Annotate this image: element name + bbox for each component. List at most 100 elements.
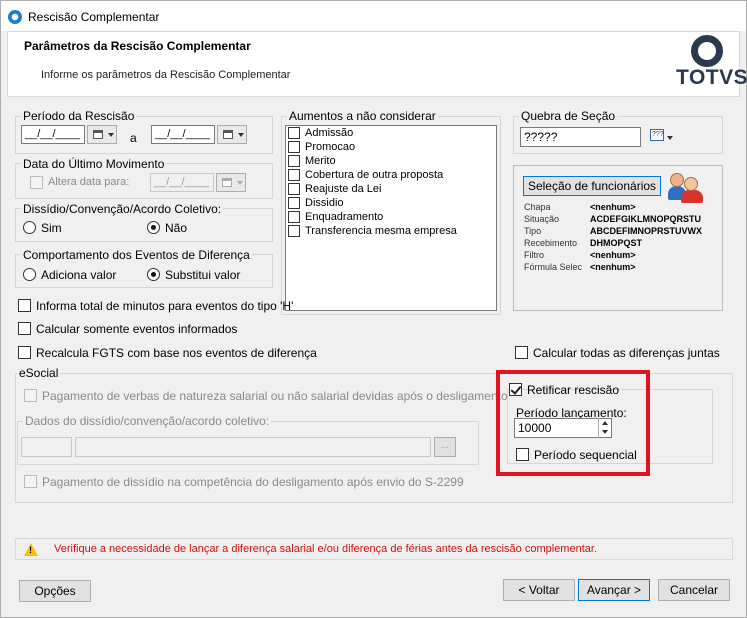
- totvs-logo-text: TOTVS: [676, 66, 747, 89]
- substitui-valor-radio[interactable]: [147, 268, 160, 281]
- pagamento-dissidio-label: Pagamento de dissídio na competência do …: [42, 475, 464, 489]
- calcular-somente-checkbox[interactable]: [18, 322, 31, 335]
- calendar-icon: [93, 130, 103, 139]
- list-item-checkbox[interactable]: [288, 225, 300, 237]
- wizard-header: Parâmetros da Rescisão Complementar Info…: [7, 31, 747, 97]
- window-title: Rescisão Complementar: [28, 10, 160, 24]
- informa-total-checkbox[interactable]: [18, 299, 31, 312]
- list-item-checkbox[interactable]: [288, 127, 300, 139]
- info-value: ABCDEFIMNOPRSTUVWX: [590, 226, 702, 236]
- dados-description-input[interactable]: [75, 437, 431, 457]
- list-item-label: Merito: [305, 155, 336, 167]
- aumentos-list[interactable]: Admissão Promocao Merito Cobertura de ou…: [285, 125, 497, 311]
- calcular-todas-checkbox[interactable]: [515, 346, 528, 359]
- altera-data-label: Altera data para:: [48, 176, 130, 188]
- dissidio-sim-radio[interactable]: [23, 221, 36, 234]
- list-item-checkbox[interactable]: [288, 155, 300, 167]
- list-item[interactable]: Transferencia mesma empresa: [286, 224, 496, 238]
- ultimo-mov-label: Data do Último Movimento: [21, 157, 167, 171]
- chevron-down-icon: [237, 181, 243, 185]
- dados-lookup-button[interactable]: ...: [434, 437, 456, 457]
- list-item-label: Reajuste da Lei: [305, 183, 382, 195]
- info-value: DHMOPQST: [590, 238, 643, 248]
- informa-total-label: Informa total de minutos para eventos do…: [36, 299, 294, 313]
- periodo-from-input[interactable]: __/__/____: [21, 125, 85, 144]
- adiciona-valor-radio[interactable]: [23, 268, 36, 281]
- info-key: Recebimento: [524, 238, 578, 248]
- info-value: ACDEFGIKLMNOPQRSTU: [590, 214, 701, 224]
- periodo-to-input[interactable]: __/__/____: [151, 125, 215, 144]
- app-icon: [8, 10, 22, 24]
- periodo-from-calendar-button[interactable]: [87, 125, 117, 144]
- calendar-icon: [223, 130, 233, 139]
- dissidio-label: Dissídio/Convenção/Acordo Coletivo:: [21, 202, 224, 216]
- info-key: Fórmula Selec: [524, 262, 583, 272]
- opcoes-button[interactable]: Opções: [19, 580, 91, 602]
- warning-text: Verifique a necessidade de lançar a dife…: [54, 543, 597, 555]
- pagamento-dissidio-checkbox[interactable]: [24, 475, 37, 488]
- info-key: Filtro: [524, 250, 544, 260]
- quebra-input[interactable]: ?????: [520, 127, 641, 147]
- highlight-box: [496, 370, 650, 476]
- periodo-label: Período da Rescisão: [21, 109, 137, 123]
- dissidio-nao-label: Não: [165, 221, 188, 235]
- dados-code-input[interactable]: [21, 437, 72, 457]
- list-item[interactable]: Reajuste da Lei: [286, 182, 496, 196]
- list-item-checkbox[interactable]: [288, 197, 300, 209]
- info-value: <nenhum>: [590, 202, 636, 212]
- chevron-down-icon: [108, 133, 114, 137]
- calcular-todas-label: Calcular todas as diferenças juntas: [533, 346, 720, 360]
- list-item[interactable]: Admissão: [286, 126, 496, 140]
- list-item[interactable]: Cobertura de outra proposta: [286, 168, 496, 182]
- substitui-valor-label: Substitui valor: [165, 268, 241, 282]
- list-item-checkbox[interactable]: [288, 169, 300, 181]
- dissidio-nao-radio[interactable]: [147, 221, 160, 234]
- info-value: <nenhum>: [590, 250, 636, 260]
- chevron-down-icon: [238, 133, 244, 137]
- comportamento-label: Comportamento dos Eventos de Diferença: [21, 248, 252, 262]
- ultimo-mov-date-input[interactable]: __/__/____: [150, 173, 214, 192]
- warning-icon: [24, 543, 38, 556]
- periodo-separator: a: [130, 131, 137, 145]
- aumentos-label: Aumentos a não considerar: [287, 109, 438, 123]
- avancar-button[interactable]: Avançar >: [578, 579, 650, 601]
- info-key: Tipo: [524, 226, 542, 236]
- page-subtitle: Informe os parâmetros da Rescisão Comple…: [41, 69, 291, 81]
- voltar-button[interactable]: < Voltar: [503, 579, 575, 601]
- title-bar: Rescisão Complementar: [1, 1, 746, 31]
- list-item[interactable]: Merito: [286, 154, 496, 168]
- info-key: Situação: [524, 214, 560, 224]
- ultimo-mov-calendar-button[interactable]: [216, 173, 246, 192]
- list-item-label: Promocao: [305, 141, 356, 153]
- calendar-icon: [222, 178, 232, 187]
- page-title: Parâmetros da Rescisão Complementar: [24, 39, 251, 53]
- altera-data-checkbox[interactable]: [30, 176, 43, 189]
- chevron-down-icon[interactable]: [667, 136, 673, 140]
- list-item-label: Cobertura de outra proposta: [305, 169, 444, 181]
- list-item[interactable]: Promocao: [286, 140, 496, 154]
- selecao-funcionarios-button[interactable]: Seleção de funcionários: [523, 176, 661, 196]
- list-item-checkbox[interactable]: [288, 183, 300, 195]
- warning-bar: Verifique a necessidade de lançar a dife…: [15, 538, 733, 560]
- dados-dissidio-label: Dados do dissídio/convenção/acordo colet…: [23, 414, 272, 428]
- users-icon: [668, 173, 706, 203]
- list-item-label: Enquadramento: [305, 211, 384, 223]
- section-lookup-icon[interactable]: [650, 129, 664, 141]
- list-item[interactable]: Enquadramento: [286, 210, 496, 224]
- periodo-to-calendar-button[interactable]: [217, 125, 247, 144]
- dissidio-sim-label: Sim: [41, 221, 62, 235]
- cancelar-button[interactable]: Cancelar: [658, 579, 730, 601]
- quebra-label: Quebra de Seção: [519, 109, 618, 123]
- list-item-label: Admissão: [305, 127, 354, 139]
- totvs-logo-icon: [691, 35, 723, 67]
- recalcula-fgts-label: Recalcula FGTS com base nos eventos de d…: [36, 346, 317, 360]
- list-item-checkbox[interactable]: [288, 211, 300, 223]
- list-item-label: Dissidio: [305, 197, 344, 209]
- pagamento-verbas-checkbox[interactable]: [24, 389, 37, 402]
- pagamento-verbas-label: Pagamento de verbas de natureza salarial…: [42, 389, 508, 403]
- calcular-somente-label: Calcular somente eventos informados: [36, 322, 238, 336]
- recalcula-fgts-checkbox[interactable]: [18, 346, 31, 359]
- esocial-label: eSocial: [17, 366, 61, 380]
- list-item-checkbox[interactable]: [288, 141, 300, 153]
- list-item[interactable]: Dissidio: [286, 196, 496, 210]
